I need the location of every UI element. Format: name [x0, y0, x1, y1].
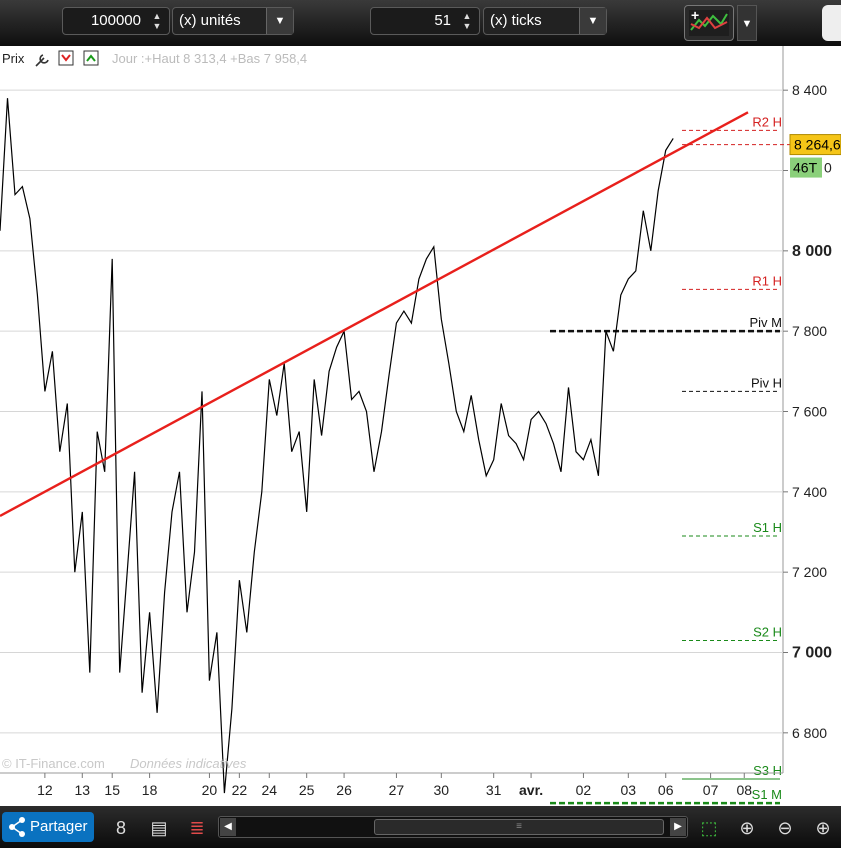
watermark-source: © IT-Finance.com: [2, 756, 105, 771]
x-tick-label: 26: [336, 782, 352, 798]
share-icon: [9, 817, 25, 837]
x-tick-label: 12: [37, 782, 53, 798]
pivot-level-label: S1 M: [752, 787, 782, 802]
candlestick-icon[interactable]: ≣: [184, 815, 210, 841]
zoom-in-icon[interactable]: ⊕: [810, 815, 836, 841]
ticks-stepper[interactable]: 51 ▲ ▼: [370, 7, 480, 35]
edge-toolbar-button[interactable]: [822, 5, 841, 41]
pivot-level-label: S3 H: [753, 763, 782, 778]
zoom-out-icon[interactable]: ⊖: [772, 815, 798, 841]
x-tick-label: 02: [576, 782, 592, 798]
daily-range-info: Jour :+Haut 8 313,4 +Bas 7 958,4: [112, 51, 307, 66]
tick-count-label: 46T: [793, 160, 818, 176]
document-icon[interactable]: ▤: [146, 815, 172, 841]
x-tick-label: 07: [703, 782, 719, 798]
indicator-chart-icon: +: [689, 7, 729, 36]
watermark-note: Données indicatives: [130, 756, 247, 771]
y-tick-label: 7 000: [792, 645, 832, 662]
current-price-value: 8 264,6: [794, 137, 841, 153]
price-label: Prix: [2, 51, 25, 66]
x-tick-label: 15: [104, 782, 120, 798]
link-icon[interactable]: 8: [108, 815, 134, 841]
chart-type-icon[interactable]: ⬚: [696, 815, 722, 841]
x-tick-label: avr.: [519, 782, 543, 798]
y-axis-labels: 6 800 7 000 7 200 7 400 7 600 7 800 8 000 8 400: [783, 82, 832, 741]
quantity-unit-dropdown[interactable]: (x) unités ▼: [172, 7, 294, 35]
bottom-toolbar: Partager 8 ▤ ≣ ◀ ≡ ▶ ⬚ ⊕ ⊖ ⊕: [0, 806, 841, 848]
x-tick-label: 25: [299, 782, 315, 798]
tick-count-suffix: 0: [824, 160, 832, 176]
add-indicator-button[interactable]: +: [684, 5, 734, 41]
scrollbar-thumb[interactable]: ≡: [374, 819, 664, 835]
time-scrollbar[interactable]: ◀ ≡ ▶: [218, 816, 688, 838]
stepper-arrows-icon[interactable]: ▲ ▼: [458, 11, 476, 31]
svg-text:+: +: [691, 7, 699, 23]
x-tick-label: 27: [389, 782, 405, 798]
x-tick-label: 22: [232, 782, 248, 798]
x-tick-label: 30: [434, 782, 450, 798]
stepper-arrows-icon[interactable]: ▲ ▼: [148, 11, 166, 31]
quantity-value: 100000: [90, 12, 141, 29]
x-tick-label: 13: [74, 782, 90, 798]
zoom-fit-icon[interactable]: ⊕: [734, 815, 760, 841]
x-tick-label: 03: [621, 782, 637, 798]
pivot-level-label: S2 H: [753, 624, 782, 639]
pivot-level-label: R1 H: [752, 273, 782, 288]
zoom-out-price-icon[interactable]: [58, 50, 74, 66]
top-toolbar: 100000 ▲ ▼ (x) unités ▼ 51 ▲ ▼ (x) ticks ▼…: [0, 0, 841, 46]
ticks-unit-label: (x) ticks: [490, 12, 542, 29]
x-tick-label: 31: [486, 782, 502, 798]
x-tick-label: 24: [261, 782, 277, 798]
chevron-down-icon[interactable]: ▼: [266, 8, 293, 34]
y-tick-label: 8 400: [792, 82, 827, 98]
x-tick-label: 20: [202, 782, 218, 798]
share-button[interactable]: Partager: [2, 812, 94, 842]
pivot-level-label: S1 H: [753, 520, 782, 535]
x-tick-label: 08: [736, 782, 752, 798]
chevron-down-icon[interactable]: ▼: [579, 8, 606, 34]
x-tick-label: 18: [142, 782, 158, 798]
pivot-level-label: R2 H: [752, 114, 782, 129]
y-tick-label: 6 800: [792, 725, 827, 741]
y-tick-label: 7 800: [792, 323, 827, 339]
y-tick-label: 7 200: [792, 564, 827, 580]
y-tick-label: 7 400: [792, 484, 827, 500]
pivot-level-label: Piv M: [750, 315, 783, 330]
share-label: Partager: [30, 818, 88, 835]
zoom-in-price-icon[interactable]: [83, 50, 99, 66]
quantity-unit-label: (x) unités: [179, 12, 241, 29]
quantity-stepper[interactable]: 100000 ▲ ▼: [62, 7, 170, 35]
y-tick-label: 8 000: [792, 243, 832, 260]
scroll-left-icon[interactable]: ◀: [220, 818, 236, 836]
ticks-unit-dropdown[interactable]: (x) ticks ▼: [483, 7, 607, 35]
price-chart[interactable]: R2 H R1 H Piv M Piv H S1 H S2 H S3 H S1 M 6 800…: [0, 46, 841, 806]
ticks-value: 51: [434, 12, 451, 29]
scroll-right-icon[interactable]: ▶: [670, 818, 686, 836]
x-axis: 12 13 15 18 20 22 24 25 26 27 30 31 avr. 02 03 06 07 08: [0, 772, 783, 798]
pivot-level-label: Piv H: [751, 375, 782, 390]
y-tick-label: 7 600: [792, 404, 827, 420]
x-tick-label: 06: [658, 782, 674, 798]
plot-area: [0, 46, 783, 773]
indicator-dropdown-caret[interactable]: ▼: [737, 5, 757, 41]
